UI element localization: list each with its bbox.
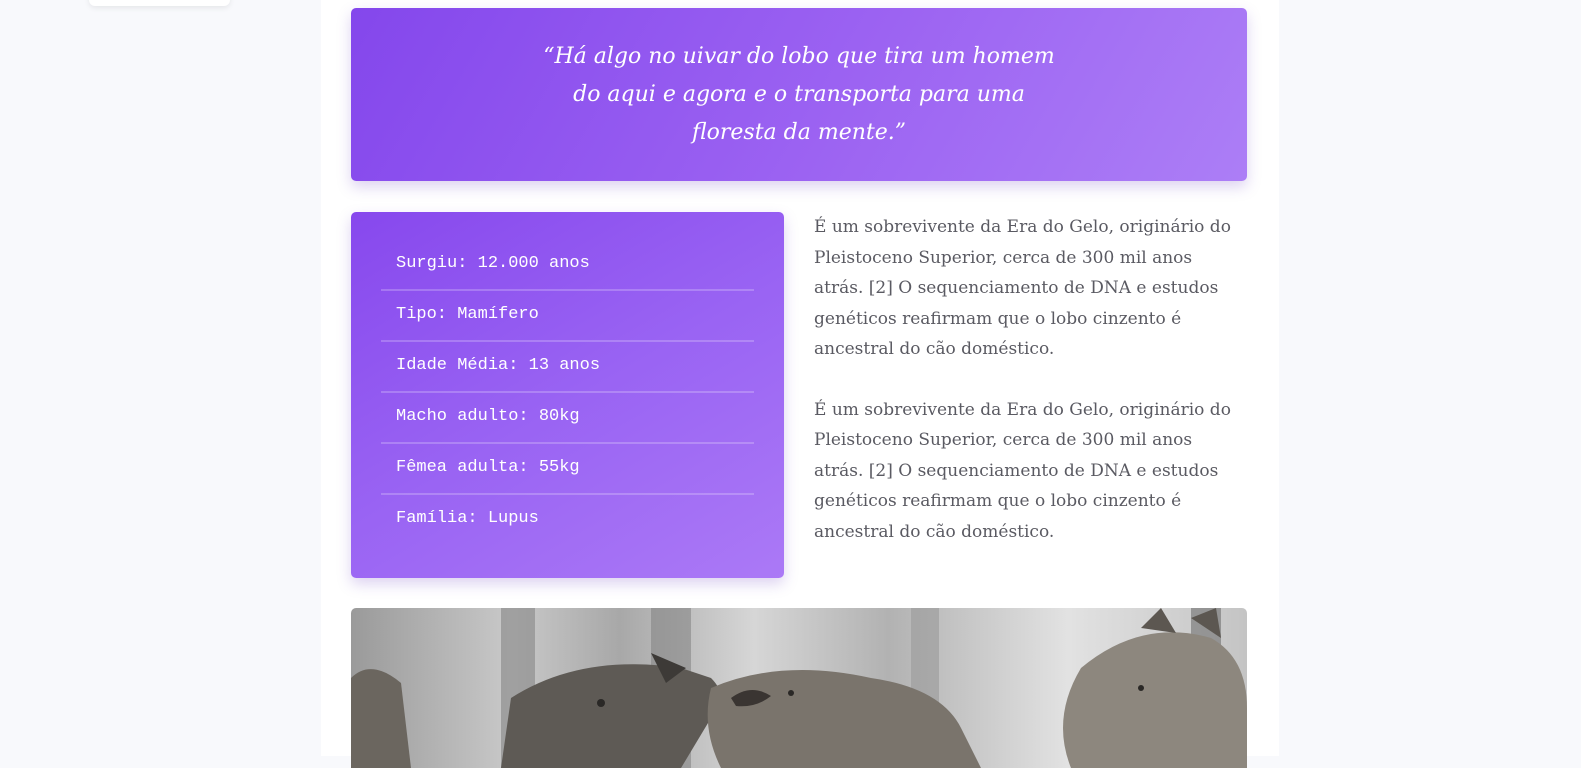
wolves-photo-illustration	[351, 608, 1247, 768]
wolves-photo	[351, 608, 1247, 768]
fact-female-weight: Fêmea adulta: 55kg	[381, 444, 754, 495]
fact-average-age: Idade Média: 13 anos	[381, 342, 754, 393]
fact-male-weight: Macho adulto: 80kg	[381, 393, 754, 444]
facts-list: Surgiu: 12.000 anos Tipo: Mamífero Idade…	[381, 240, 754, 546]
fact-type: Tipo: Mamífero	[381, 291, 754, 342]
main-content: “Há algo no uivar do lobo que tira um ho…	[321, 0, 1279, 768]
quote-text: “Há algo no uivar do lobo que tira um ho…	[543, 43, 1055, 145]
facts-card: Surgiu: 12.000 anos Tipo: Mamífero Idade…	[351, 212, 784, 578]
fact-origin: Surgiu: 12.000 anos	[381, 240, 754, 291]
sidebar-card	[89, 0, 230, 6]
description-text: É um sobrevivente da Era do Gelo, origin…	[814, 212, 1246, 577]
paragraph: É um sobrevivente da Era do Gelo, origin…	[814, 217, 1231, 359]
fact-family: Família: Lupus	[396, 509, 539, 528]
quote-banner: “Há algo no uivar do lobo que tira um ho…	[351, 8, 1247, 181]
paragraph: É um sobrevivente da Era do Gelo, origin…	[814, 399, 1231, 542]
